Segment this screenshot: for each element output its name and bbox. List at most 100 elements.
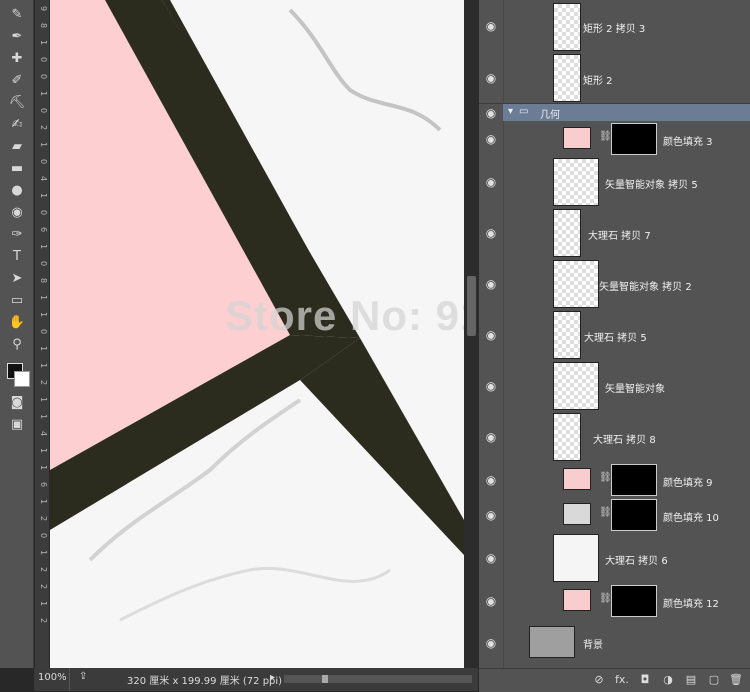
adjustment-icon[interactable]: ◑ (660, 673, 676, 687)
zoom-level[interactable]: 100% (38, 672, 67, 683)
layer-thumbnail (553, 158, 599, 206)
visibility-eye-icon[interactable]: ◉ (479, 411, 503, 462)
layer-row[interactable]: ◉ 大理石 拷贝 6 (479, 532, 750, 584)
layer-row[interactable]: ◉ 矢量智能对象 拷贝 5 (479, 156, 750, 208)
fx-icon[interactable]: fx. (614, 673, 630, 687)
layer-row[interactable]: ◉ ⛓ 颜色填充 10 (479, 497, 750, 533)
rectangle-icon[interactable]: ▭ (6, 290, 28, 310)
visibility-eye-icon[interactable]: ◉ (479, 618, 503, 668)
layer-row[interactable]: ◉ ⛓ 颜色填充 9 (479, 462, 750, 498)
layer-name[interactable]: 颜色填充 10 (663, 509, 719, 524)
share-icon[interactable]: ⇪ (79, 671, 87, 682)
ruler-mark: 6 (39, 227, 48, 233)
layer-name[interactable]: 颜色填充 12 (663, 595, 719, 610)
gradient-icon[interactable]: ▬ (6, 158, 28, 178)
ruler-mark: 1 (39, 363, 48, 369)
layer-row[interactable]: ◉ 矩形 2 (479, 52, 750, 104)
layer-row[interactable]: ◉ 背景 (479, 618, 750, 669)
new-layer-icon[interactable]: ▢ (706, 673, 722, 687)
visibility-eye-icon[interactable]: ◉ (479, 52, 503, 103)
layer-row[interactable]: ◉ ⛓ 颜色填充 3 (479, 121, 750, 157)
layer-name[interactable]: 大理石 拷贝 5 (584, 329, 647, 344)
document-canvas[interactable]: Store No: 915595 (50, 0, 464, 668)
layer-name[interactable]: 矢量智能对象 拷贝 2 (599, 278, 692, 293)
ruler-mark: 1 (39, 40, 48, 46)
layer-name[interactable]: 大理石 拷贝 7 (588, 227, 651, 242)
visibility-eye-icon[interactable]: ◉ (479, 121, 503, 156)
history-brush-icon[interactable]: ✍ (6, 114, 28, 134)
layer-mask-thumbnail[interactable] (611, 464, 657, 496)
blur-icon[interactable]: ● (6, 180, 28, 200)
layer-row[interactable]: ◉ 大理石 拷贝 5 (479, 309, 750, 361)
ruler-mark: 2 (39, 584, 48, 590)
background-color-swatch[interactable] (14, 371, 30, 387)
visibility-eye-icon[interactable]: ◉ (479, 104, 503, 121)
expand-triangle-icon[interactable]: ▾ (508, 106, 513, 117)
visibility-eye-icon[interactable]: ◉ (479, 532, 503, 583)
layer-name[interactable]: 矢量智能对象 (605, 380, 665, 395)
group-name[interactable]: 几何 (540, 106, 560, 121)
layer-mask-thumbnail[interactable] (611, 123, 657, 155)
layer-row[interactable]: ◉ 矢量智能对象 (479, 360, 750, 412)
layer-row[interactable]: ◉ 大理石 拷贝 8 (479, 411, 750, 463)
hand-icon[interactable]: ✋ (6, 312, 28, 332)
link-chain-icon[interactable]: ⛓ (599, 593, 612, 604)
layer-name[interactable]: 颜色填充 3 (663, 133, 713, 148)
folder-icon: ▭ (519, 106, 529, 117)
ruler-mark: 6 (39, 482, 48, 488)
layer-name[interactable]: 矩形 2 拷贝 3 (583, 20, 645, 35)
scroll-thumb[interactable] (467, 276, 476, 336)
layer-name[interactable]: 大理石 拷贝 6 (605, 552, 668, 567)
dodge-icon[interactable]: ◉ (6, 202, 28, 222)
visibility-eye-icon[interactable]: ◉ (479, 583, 503, 618)
visibility-eye-icon[interactable]: ◉ (479, 207, 503, 258)
link-layers-icon[interactable]: ⊘ (591, 673, 607, 687)
layer-name[interactable]: 颜色填充 9 (663, 474, 713, 489)
canvas-vertical-scrollbar[interactable] (464, 0, 479, 668)
visibility-eye-icon[interactable]: ◉ (479, 309, 503, 360)
status-menu-arrow[interactable]: ▸ (270, 672, 275, 683)
layer-group-row[interactable]: ▾ ▭ 几何 (503, 104, 750, 121)
path-select-icon[interactable]: ➤ (6, 268, 28, 288)
layer-name[interactable]: 背景 (583, 636, 603, 651)
link-chain-icon[interactable]: ⛓ (599, 131, 612, 142)
canvas-horizontal-scrollbar[interactable] (284, 675, 472, 683)
visibility-eye-icon[interactable]: ◉ (479, 462, 503, 497)
layer-row[interactable]: ◉ 矩形 2 拷贝 3 (479, 0, 750, 53)
type-icon[interactable]: T (6, 246, 28, 266)
layer-name[interactable]: 大理石 拷贝 8 (593, 431, 656, 446)
ruler-mark: 0 (39, 57, 48, 63)
pen-icon[interactable]: ✑ (6, 224, 28, 244)
layer-name[interactable]: 矩形 2 (583, 72, 613, 87)
screen-mode-icon[interactable]: ▣ (6, 414, 28, 434)
layer-thumbnail (553, 209, 581, 257)
layer-mask-thumbnail[interactable] (611, 585, 657, 617)
layer-row[interactable]: ◉ 大理石 拷贝 7 (479, 207, 750, 259)
quick-mask-icon[interactable]: ◙ (6, 392, 28, 412)
visibility-eye-icon[interactable]: ◉ (479, 360, 503, 411)
eyedropper-icon-2[interactable]: ✒ (6, 26, 28, 46)
visibility-eye-icon[interactable]: ◉ (479, 497, 503, 532)
trash-icon[interactable]: 🗑 (728, 673, 744, 687)
layer-name[interactable]: 矢量智能对象 拷贝 5 (605, 176, 698, 191)
new-group-icon[interactable]: ▤ (683, 673, 699, 687)
visibility-eye-icon[interactable]: ◉ (479, 258, 503, 309)
brush-icon[interactable]: ✐ (6, 70, 28, 90)
horizontal-scroll-thumb[interactable] (322, 675, 328, 683)
add-mask-icon[interactable]: ◘ (637, 673, 653, 687)
zoom-icon[interactable]: ⚲ (6, 334, 28, 354)
link-chain-icon[interactable]: ⛓ (599, 507, 612, 518)
eyedropper-icon[interactable]: ✎ (6, 4, 28, 24)
spot-healing-icon[interactable]: ✚ (6, 48, 28, 68)
visibility-eye-icon[interactable]: ◉ (479, 0, 503, 52)
eraser-icon[interactable]: ▰ (6, 136, 28, 156)
link-chain-icon[interactable]: ⛓ (599, 472, 612, 483)
vertical-ruler: 9810010210410610811011211411612012212 (35, 0, 50, 668)
stamp-icon[interactable]: ⛏ (6, 92, 28, 112)
layer-row[interactable]: ◉ 矢量智能对象 拷贝 2 (479, 258, 750, 310)
ruler-mark: 0 (39, 108, 48, 114)
layers-panel: ◉ 矩形 2 拷贝 3 ◉ 矩形 2 ◉ ▾ ▭ 几何 ◉ ⛓ 颜色填充 3 ◉… (479, 0, 750, 669)
layer-mask-thumbnail[interactable] (611, 499, 657, 531)
visibility-eye-icon[interactable]: ◉ (479, 156, 503, 207)
layer-row[interactable]: ◉ ⛓ 颜色填充 12 (479, 583, 750, 619)
